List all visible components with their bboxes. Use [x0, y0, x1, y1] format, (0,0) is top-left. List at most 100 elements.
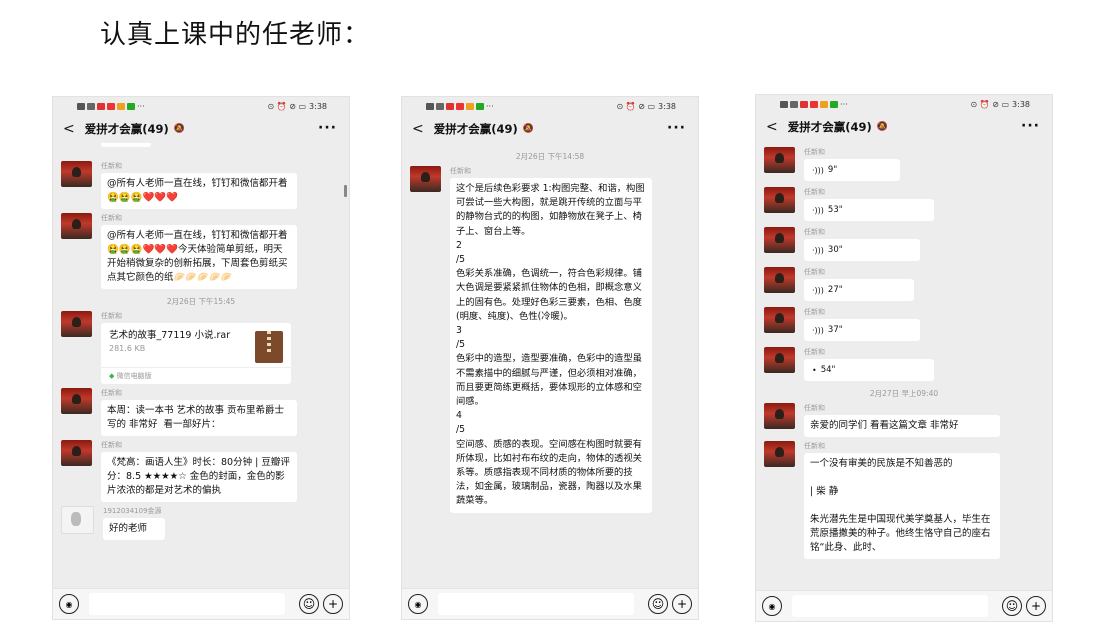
message-input[interactable]: [89, 593, 285, 615]
chat-message: 任新和 @所有人老师一直在线，钉钉和微信都开着🤮🤮🤮❤️❤️❤️: [61, 161, 349, 209]
sender-name: 任新和: [450, 167, 471, 175]
voice-message[interactable]: ·))) 37": [804, 319, 920, 341]
file-source: 微信电脑版: [116, 372, 152, 380]
voice-wave-icon: ·))): [812, 205, 824, 215]
voice-wave-icon: ·))): [812, 285, 824, 295]
message-bubble[interactable]: @所有人老师一直在线，钉钉和微信都开着🤮🤮🤮❤️❤️❤️今天体验简单剪纸，明天开…: [101, 225, 297, 289]
chat-message: 任新和 本周：读一本书 艺术的故事 贡布里希爵士写的 非常好 看一部好片：: [61, 388, 349, 436]
avatar[interactable]: [764, 403, 795, 429]
voice-message[interactable]: ·))) 30": [804, 239, 920, 261]
emoji-icon[interactable]: ☺: [648, 594, 668, 614]
mute-bell-icon: 🔕: [522, 124, 534, 134]
avatar[interactable]: [764, 267, 795, 293]
message-bubble[interactable]: 一个没有审美的民族是不知善恶的 | 柴 静 朱光潜先生是中国现代美学奠基人，毕生…: [804, 453, 1000, 559]
chat-header: < 爱拼才会赢(49) 🔕 ···: [53, 115, 349, 143]
file-size: 281.6 KB: [109, 344, 146, 353]
chat-area[interactable]: 任新和 @所有人老师一直在线，钉钉和微信都开着🤮🤮🤮❤️❤️❤️ 任新和 @所有…: [53, 143, 349, 589]
plus-icon[interactable]: +: [323, 594, 343, 614]
file-attachment[interactable]: 艺术的故事_77119 小说.rar 281.6 KB ◆ 微信电脑版: [101, 323, 291, 384]
message-bubble[interactable]: 这个是后续色彩要求 1:构图完整、和谐，构图可尝试一些大构图，就是跳开传统的立面…: [450, 178, 652, 513]
voice-duration: 54": [820, 365, 836, 375]
voice-duration: 30": [827, 245, 843, 255]
avatar[interactable]: [764, 187, 795, 213]
more-options-icon[interactable]: ···: [1021, 118, 1040, 134]
message-input[interactable]: [792, 595, 988, 617]
scrollbar-thumb[interactable]: [344, 185, 347, 197]
voice-message[interactable]: ·))) 27": [804, 279, 914, 301]
chat-title: 爱拼才会赢(49): [787, 120, 872, 134]
sender-name: 任新和: [101, 312, 122, 320]
sender-name: 任新和: [804, 308, 825, 316]
avatar[interactable]: [61, 213, 92, 239]
voice-input-icon[interactable]: ◉: [59, 594, 79, 614]
status-bar: ··· ⊙ ⏰ ⊘ ▭ 3:38: [402, 97, 698, 115]
chat-message: 任新和 ·))) 30": [764, 227, 1052, 261]
emoji-icon[interactable]: ☺: [299, 594, 319, 614]
sender-name: 1912034109金源: [103, 507, 162, 515]
message-bubble[interactable]: 《梵高：画语人生》时长：80分钟 | 豆瓣评分：8.5 ★★★★☆ 金色的封面，…: [101, 452, 297, 502]
avatar[interactable]: [764, 147, 795, 173]
more-options-icon[interactable]: ···: [667, 120, 686, 136]
input-bar: ◉ ☺ +: [53, 588, 349, 619]
message-bubble[interactable]: 好的老师: [103, 518, 165, 540]
plus-icon[interactable]: +: [672, 594, 692, 614]
sender-name: 任新和: [101, 162, 122, 170]
avatar[interactable]: [764, 307, 795, 333]
avatar[interactable]: [61, 388, 92, 414]
avatar[interactable]: [61, 311, 92, 337]
status-bar: ··· ⊙ ⏰ ⊘ ▭ 3:38: [53, 97, 349, 115]
avatar[interactable]: [61, 161, 92, 187]
status-bar: ··· ⊙ ⏰ ⊘ ▭ 3:38: [756, 95, 1052, 113]
sender-name: 任新和: [804, 404, 825, 412]
message-bubble[interactable]: 亲爱的同学们 看看这篇文章 非常好: [804, 415, 1000, 437]
voice-message[interactable]: ·))) 9": [804, 159, 900, 181]
avatar[interactable]: [764, 441, 795, 467]
voice-wave-icon: •: [812, 365, 817, 375]
input-bar: ◉ ☺ +: [402, 588, 698, 619]
chat-message: 任新和 @所有人老师一直在线，钉钉和微信都开着🤮🤮🤮❤️❤️❤️今天体验简单剪纸…: [61, 213, 349, 289]
chat-area[interactable]: 任新和 ·))) 9" 任新和 ·))) 53" 任新和 ·))) 30" 任新和 ·…: [756, 141, 1052, 591]
message-bubble[interactable]: 本周：读一本书 艺术的故事 贡布里希爵士写的 非常好 看一部好片：: [101, 400, 297, 436]
chat-header: < 爱拼才会赢(49) 🔕 ···: [756, 113, 1052, 141]
message-input[interactable]: [438, 593, 634, 615]
message-bubble[interactable]: @所有人老师一直在线，钉钉和微信都开着🤮🤮🤮❤️❤️❤️: [101, 173, 297, 209]
more-options-icon[interactable]: ···: [318, 120, 337, 136]
chat-message: 任新和 • 54": [764, 347, 1052, 381]
chat-header: < 爱拼才会赢(49) 🔕 ···: [402, 115, 698, 143]
voice-input-icon[interactable]: ◉: [762, 596, 782, 616]
avatar[interactable]: [764, 347, 795, 373]
phone-screenshot-2: ··· ⊙ ⏰ ⊘ ▭ 3:38 < 爱拼才会赢(49) 🔕 ··· 2月26日 …: [401, 96, 699, 620]
phone-screenshot-3: ··· ⊙ ⏰ ⊘ ▭ 3:38 < 爱拼才会赢(49) 🔕 ··· 任新和 ·)…: [755, 94, 1053, 622]
chat-message: 任新和 艺术的故事_77119 小说.rar 281.6 KB ◆ 微信电脑版: [61, 311, 349, 384]
avatar[interactable]: [61, 440, 92, 466]
sender-name: 任新和: [804, 188, 825, 196]
sender-name: 任新和: [101, 441, 122, 449]
sender-name: 任新和: [101, 389, 122, 397]
zip-archive-icon: [255, 331, 283, 363]
chat-message: 任新和 ·))) 9": [764, 147, 1052, 181]
back-arrow-icon[interactable]: <: [766, 119, 778, 135]
sender-name: 任新和: [101, 214, 122, 222]
time-separator: 2月26日 下午14:58: [515, 152, 585, 161]
plus-icon[interactable]: +: [1026, 596, 1046, 616]
voice-input-icon[interactable]: ◉: [408, 594, 428, 614]
chat-title: 爱拼才会赢(49): [84, 122, 169, 136]
phone-screenshot-1: ··· ⊙ ⏰ ⊘ ▭ 3:38 < 爱拼才会赢(49) 🔕 ··· 任新和 @所…: [52, 96, 350, 620]
voice-message[interactable]: ·))) 53": [804, 199, 934, 221]
avatar[interactable]: [764, 227, 795, 253]
emoji-icon[interactable]: ☺: [1002, 596, 1022, 616]
avatar[interactable]: [410, 166, 441, 192]
voice-message[interactable]: • 54": [804, 359, 934, 381]
sender-name: 任新和: [804, 442, 825, 450]
status-time: 3:38: [309, 101, 327, 111]
voice-duration: 53": [827, 205, 843, 215]
chat-message: 任新和 《梵高：画语人生》时长：80分钟 | 豆瓣评分：8.5 ★★★★☆ 金色…: [61, 440, 349, 502]
voice-duration: 27": [827, 285, 843, 295]
avatar[interactable]: [61, 506, 94, 534]
back-arrow-icon[interactable]: <: [412, 121, 424, 137]
chat-area[interactable]: 2月26日 下午14:58 任新和 这个是后续色彩要求 1:构图完整、和谐，构图…: [402, 143, 698, 589]
sender-name: 任新和: [804, 228, 825, 236]
back-arrow-icon[interactable]: <: [63, 121, 75, 137]
status-time: 3:38: [658, 101, 676, 111]
voice-duration: 37": [827, 325, 843, 335]
